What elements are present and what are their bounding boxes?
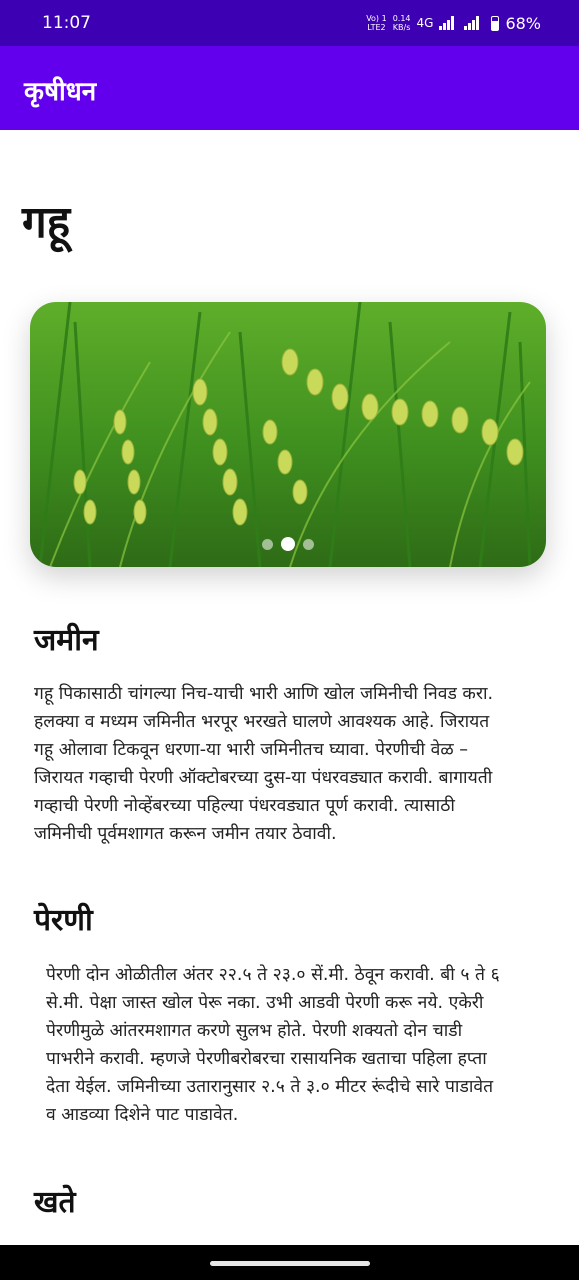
speed-value: 0.14 (392, 14, 411, 23)
body-line: जिरायत गव्हाची पेरणी ऑक्टोबरच्या दुस-या … (34, 768, 493, 788)
body-line: से.मी. पेक्षा जास्त खोल पेरू नका. उभी आड… (46, 993, 484, 1013)
body-line: गहू पिकासाठी चांगल्या निच-याची भारी आणि … (34, 684, 494, 704)
body-line: जमिनीची पूर्वमशागत करून जमीन तयार ठेवावी… (34, 824, 337, 844)
battery-percent: 68% (505, 13, 541, 33)
app-title: कृषीधन (24, 77, 97, 107)
wheat-field-image (38, 302, 532, 567)
volte-indicator: Vo) 1 LTE2 (366, 14, 387, 32)
network-type: 4G (416, 16, 434, 30)
section-title-land: जमीन (34, 623, 99, 658)
carousel-dot[interactable] (262, 538, 273, 550)
carousel-indicators (30, 537, 546, 551)
body-line: गव्हाची पेरणी नोव्हेंबरच्या पहिल्या पंधर… (34, 796, 455, 816)
section-body-sowing: पेरणी दोन ओळीतील अंतर २२.५ ते २३.० सें.म… (46, 961, 500, 1129)
body-line: हलक्या व मध्यम जमिनीत भरपूर भरखते घालणे … (34, 712, 490, 732)
body-line: व आडव्या दिशेने पाट पाडावेत. (46, 1105, 239, 1125)
section-title-sowing: पेरणी (34, 903, 93, 938)
image-carousel[interactable] (30, 302, 546, 567)
network-speed: 0.14 KB/s (393, 14, 411, 32)
app-bar: कृषीधन (0, 46, 579, 130)
signal-icon (439, 16, 455, 30)
carrier-bottom: LTE2 (367, 23, 386, 32)
navigation-bar (0, 1245, 579, 1280)
carousel-dot-active[interactable] (281, 537, 295, 551)
battery-icon (491, 15, 500, 31)
section-title-fertilizer: खते (34, 1185, 76, 1220)
crop-title: गहू (22, 197, 71, 248)
body-line: देता येईल. जमिनीच्या उतारानुसार २.५ ते ३… (46, 1077, 494, 1097)
signal-icon-sim2 (464, 16, 480, 30)
status-bar: 11:07 Vo) 1 LTE2 0.14 KB/s 4G 68% (0, 0, 579, 46)
body-line: पाभरीने करावी. म्हणजे पेरणीबरोबरचा रासाय… (46, 1049, 487, 1069)
carousel-dot[interactable] (303, 538, 314, 550)
body-line: गहू ओलावा टिकवून धरणा-या भारी जमिनीतच घ्… (34, 740, 468, 760)
speed-unit: KB/s (392, 23, 411, 32)
section-body-land: गहू पिकासाठी चांगल्या निच-याची भारी आणि … (34, 680, 493, 848)
body-line: पेरणीमुळे आंतरमशागत करणे सुलभ होते. पेरण… (46, 1021, 463, 1041)
status-time: 11:07 (42, 13, 91, 33)
status-icons: Vo) 1 LTE2 0.14 KB/s 4G 68% (366, 8, 541, 38)
content-scroll[interactable]: गहू जमीन गहू पिकासाठी चांगल्या निच-याची … (0, 130, 579, 1245)
body-line: पेरणी दोन ओळीतील अंतर २२.५ ते २३.० सें.म… (46, 965, 500, 985)
home-gesture-handle[interactable] (210, 1261, 370, 1266)
carrier-top: Vo) 1 (366, 14, 387, 23)
